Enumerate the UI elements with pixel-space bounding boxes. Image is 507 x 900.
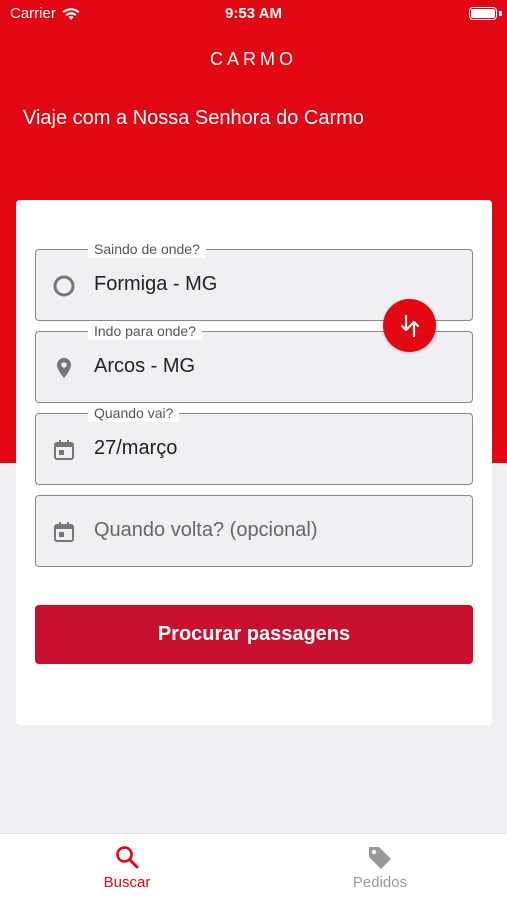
departure-value: 27/março [94, 437, 178, 459]
status-time: 9:53 AM [225, 5, 282, 22]
swap-arrows-icon [400, 314, 419, 337]
tab-buscar[interactable]: Buscar [67, 844, 187, 891]
search-tickets-button[interactable]: Procurar passagens [35, 605, 473, 664]
battery-icon [469, 7, 497, 20]
search-icon [116, 846, 139, 869]
swap-locations-button[interactable] [383, 299, 436, 352]
circle-icon [53, 275, 75, 297]
calendar-icon [54, 440, 74, 460]
tag-icon [369, 847, 391, 869]
tab-pedidos-label: Pedidos [352, 874, 408, 891]
departure-label: Quando vai? [88, 404, 180, 422]
calendar-icon [54, 522, 74, 542]
tab-bar: Buscar Pedidos [0, 833, 507, 900]
tab-buscar-label: Buscar [103, 874, 151, 891]
tab-pedidos[interactable]: Pedidos [320, 844, 440, 891]
page-tagline: Viaje com a Nossa Senhora do Carmo [23, 107, 364, 129]
battery-cap [499, 11, 502, 16]
destination-label: Indo para onde? [88, 322, 202, 340]
status-bar: Carrier 9:53 AM [0, 0, 507, 30]
origin-label: Saindo de onde? [88, 240, 206, 258]
return-placeholder: Quando volta? (opcional) [94, 519, 318, 541]
carmo-logo: CARMO [210, 49, 297, 69]
location-pin-icon [57, 358, 71, 378]
destination-value: Arcos - MG [94, 355, 196, 377]
departure-date-field[interactable]: Quando vai? 27/março [35, 404, 473, 485]
return-date-field[interactable]: Quando volta? (opcional) [35, 495, 473, 567]
origin-value: Formiga - MG [94, 273, 218, 295]
